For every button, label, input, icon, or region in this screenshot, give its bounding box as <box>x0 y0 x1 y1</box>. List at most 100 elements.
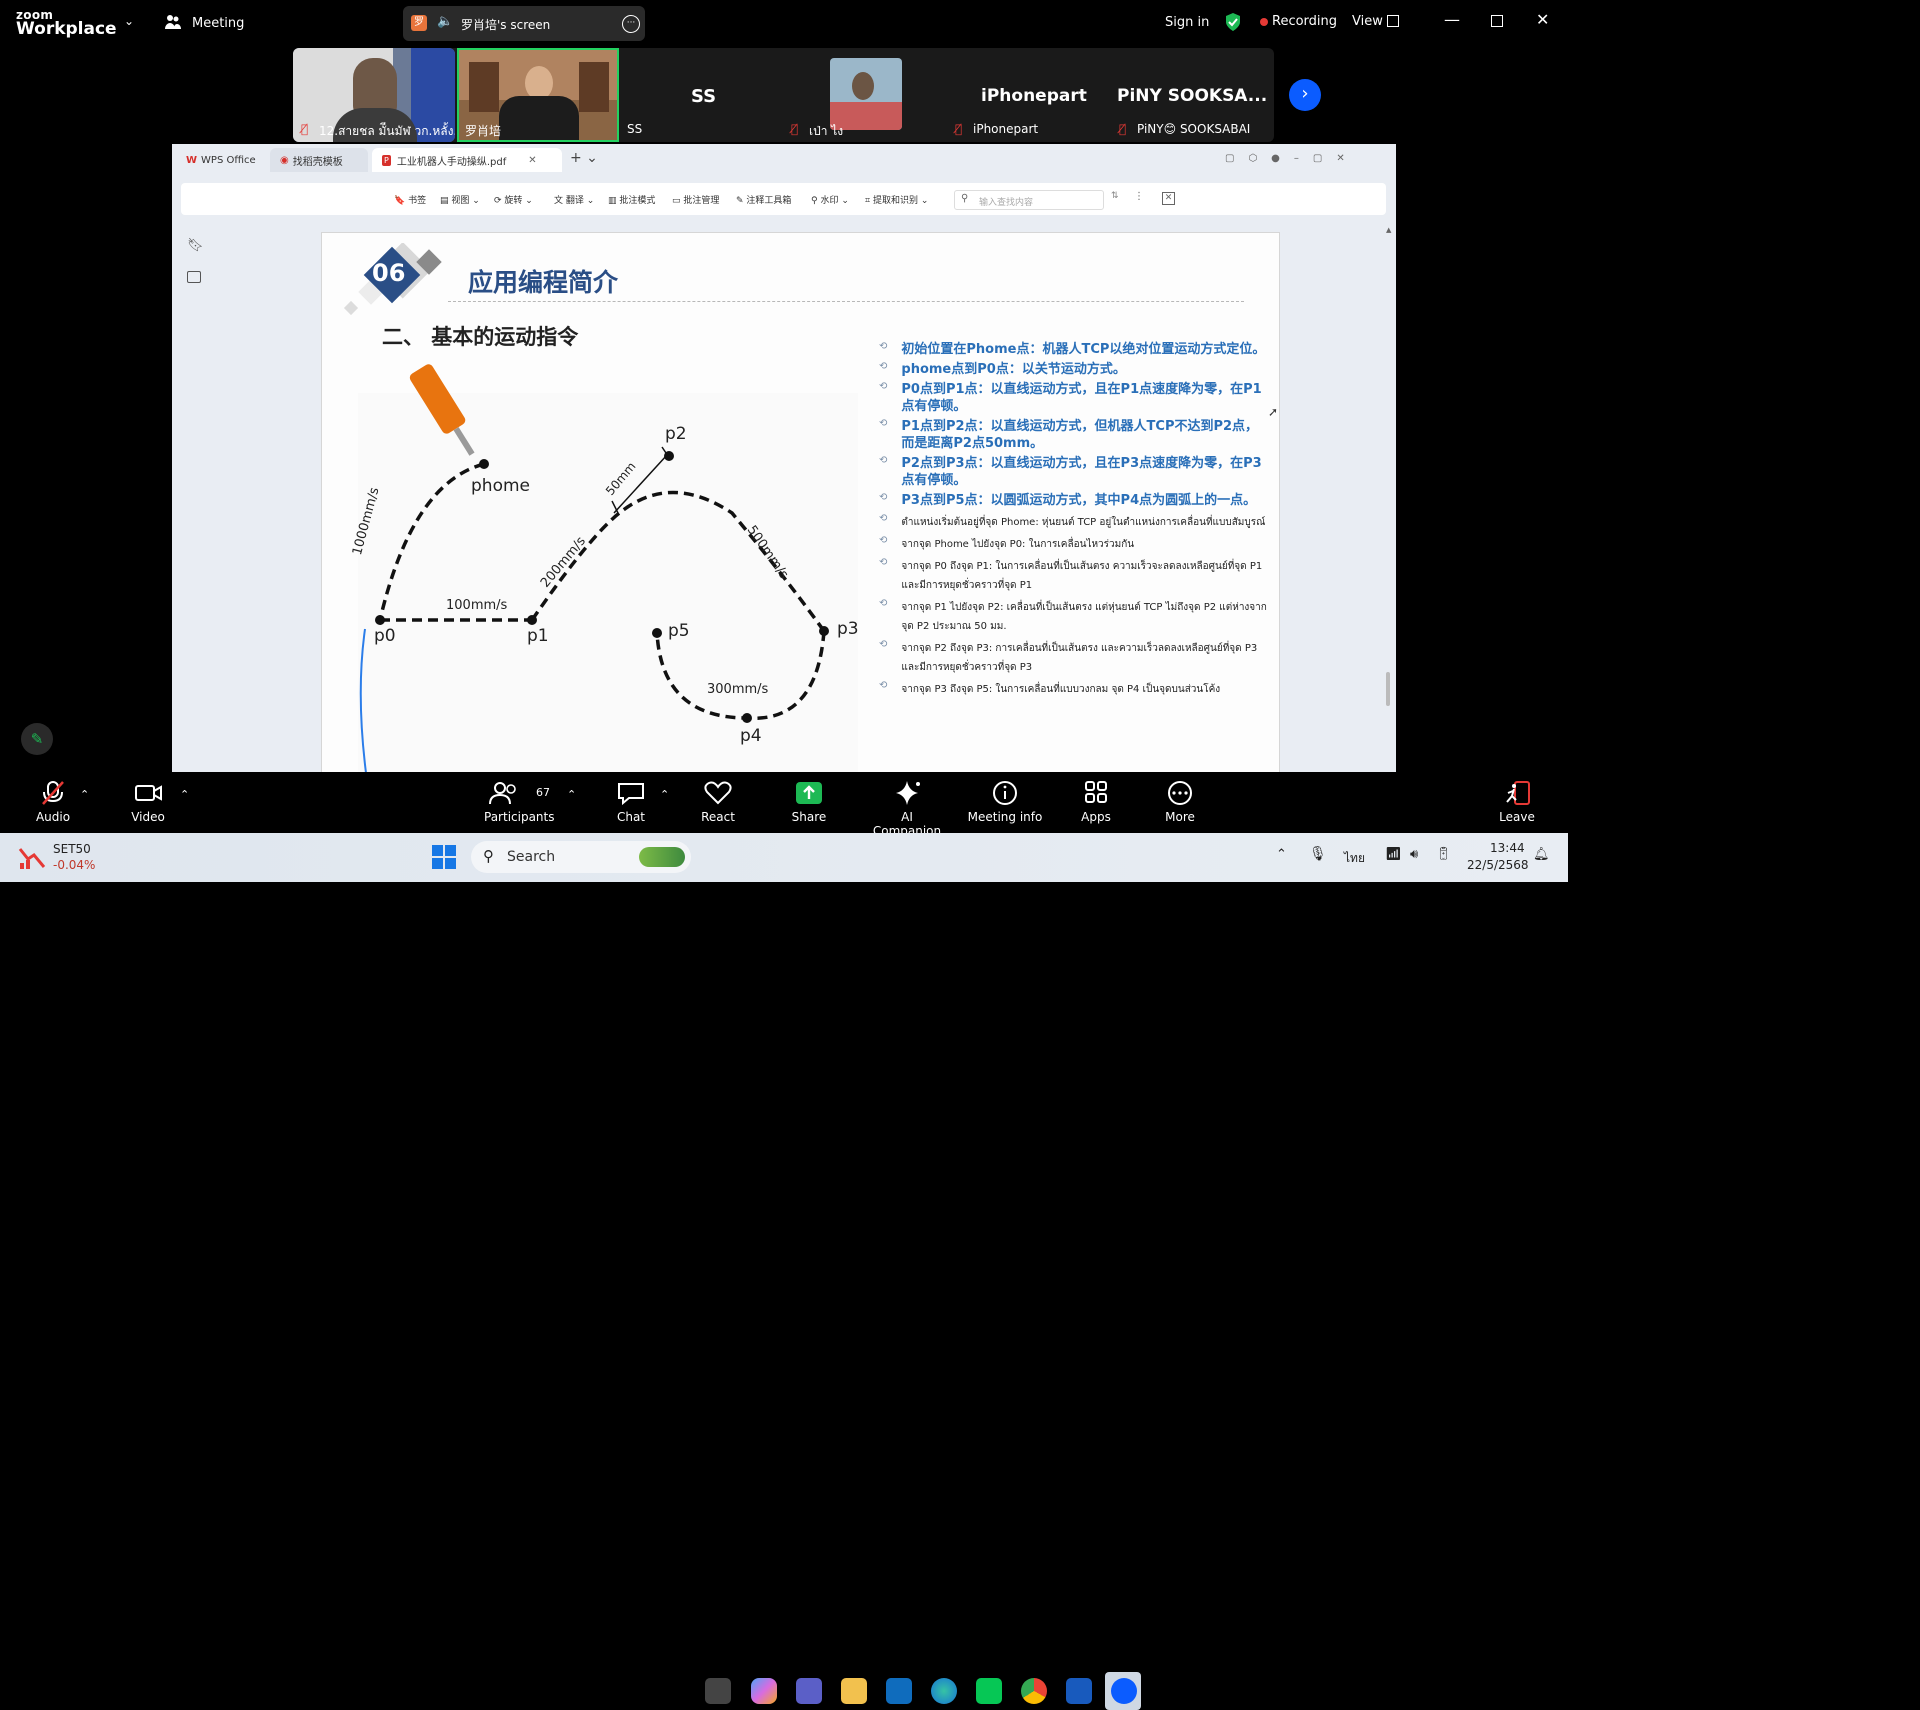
search-nav-icon[interactable]: ⇅ <box>1111 191 1119 201</box>
participant-tile[interactable]: 🎙̸ 12.สายชล มัีนมัฬ วก.หลั้ง... <box>293 48 455 142</box>
ai-companion-button[interactable]: AI Companion <box>867 780 947 838</box>
tool-extract[interactable]: ⌗ 提取和识别 ⌄ <box>865 193 928 206</box>
tab-wps-office[interactable]: W WPS Office <box>178 148 266 172</box>
tab-templates[interactable]: ◉ 找稻壳模板 <box>270 148 368 172</box>
close-tab-icon[interactable]: ✕ <box>528 155 536 166</box>
input-language[interactable]: ไทย <box>1344 849 1365 868</box>
list-item: ⟲ จากจุด P3 ถึงจุด P5: ในการเคลื่อนที่แบบ… <box>879 680 1271 699</box>
sign-in-link[interactable]: Sign in <box>1165 15 1209 30</box>
microphone-icon[interactable]: 🎙︎ <box>1309 846 1327 862</box>
close-toolbar-icon[interactable]: ✕ <box>1162 192 1175 205</box>
tool-watermark[interactable]: ⚲ 水印 ⌄ <box>811 193 849 206</box>
more-options-icon[interactable]: ··· <box>622 15 640 33</box>
more-vertical-icon[interactable]: ⋮ <box>1134 191 1144 202</box>
list-item: ⟲ P2点到P3点：以直线运动方式，且在P3点速度降为零，在P3点有停顿。 <box>879 455 1262 488</box>
tool-view[interactable]: ▤ 视图 ⌄ <box>440 193 480 206</box>
restore-icon[interactable] <box>1491 15 1503 27</box>
tool-rotate[interactable]: ⟳ 旋转 ⌄ <box>494 193 533 206</box>
bullet-arrow-icon: ⟲ <box>879 535 888 546</box>
mic-muted-icon: 🎙̸ <box>955 122 963 136</box>
windows-start-icon[interactable] <box>432 845 457 870</box>
next-page-arrow-icon[interactable]: › <box>1289 79 1321 111</box>
line-icon[interactable] <box>976 1678 1002 1704</box>
word-icon[interactable] <box>1066 1678 1092 1704</box>
share-button[interactable]: Share <box>789 780 829 824</box>
annotate-pencil-icon[interactable]: ✎ <box>21 723 53 755</box>
react-button[interactable]: React <box>698 780 738 824</box>
notification-bell-icon[interactable]: 🔔︎ <box>1533 847 1550 862</box>
meeting-info-button[interactable]: Meeting info <box>967 780 1043 824</box>
tool-translate[interactable]: 文 翻译 ⌄ <box>554 193 594 206</box>
participant-name: 12.สายชล มัีนมัฬ วก.หลั้ง... <box>319 124 455 138</box>
participants-chevron-icon[interactable]: ⌃ <box>567 788 576 801</box>
participant-tile[interactable]: PiNY󠁿 SOOKSA... 🎙̸ PiNY😊 SOOKSABAI <box>1113 48 1275 142</box>
minimize-icon[interactable]: — <box>1444 10 1460 29</box>
bullet-arrow-icon: ⟲ <box>879 680 888 691</box>
shield-icon[interactable] <box>1224 12 1242 36</box>
clock-time[interactable]: 13:44 <box>1490 841 1525 855</box>
more-button[interactable]: More <box>1160 780 1200 824</box>
taskbar-search-label: Search <box>507 849 556 865</box>
bullet-arrow-icon: ⟲ <box>879 557 888 568</box>
pdf-search-input[interactable]: ⚲ 输入查找内容 <box>954 190 1104 210</box>
view-menu[interactable]: View <box>1352 14 1383 29</box>
participant-tile[interactable]: SS SS <box>621 48 783 142</box>
stock-name[interactable]: SET50 <box>53 842 91 856</box>
tab-pdf-active[interactable]: P 工业机器人手动操纵.pdf ✕ <box>372 148 562 172</box>
bullet-arrow-icon: ⟲ <box>879 492 888 503</box>
tool-annotate-manage[interactable]: ▭ 批注管理 <box>672 193 719 206</box>
scrollbar-thumb[interactable] <box>1386 672 1390 706</box>
tool-bookmark[interactable]: 🔖 书签 <box>394 193 426 206</box>
tray-chevron-icon[interactable]: ⌃ <box>1276 847 1287 862</box>
copilot-icon[interactable] <box>751 1678 777 1704</box>
participant-tile[interactable]: 🎙̸ เป่า ไง <box>785 48 947 142</box>
wps-logo-icon: W <box>186 154 198 166</box>
wifi-icon[interactable]: 📶︎ <box>1385 847 1402 862</box>
grid-icon[interactable] <box>1387 15 1399 27</box>
participant-tile-active[interactable]: 罗肖培 <box>457 48 619 142</box>
tool-annotation-box[interactable]: ✎ 注释工具箱 <box>736 193 791 206</box>
template-icon: ◉ <box>280 154 289 166</box>
outlook-icon[interactable] <box>886 1678 912 1704</box>
battery-icon[interactable]: 🔋︎ <box>1435 847 1452 862</box>
video-options-chevron-icon[interactable]: ⌃ <box>180 788 189 801</box>
task-view-icon[interactable] <box>705 1678 731 1704</box>
zoom-icon[interactable] <box>1111 1678 1137 1704</box>
comment-icon[interactable] <box>187 271 201 283</box>
scroll-up-icon[interactable]: ▲ <box>1386 226 1391 234</box>
chat-button[interactable]: Chat <box>611 780 651 824</box>
taskbar-search-box[interactable]: ⚲ Search <box>471 841 691 873</box>
participant-name: iPhonepart <box>973 122 1039 136</box>
bookmark-icon[interactable]: 🔖︎ <box>187 238 204 253</box>
video-button[interactable]: Video <box>128 780 168 824</box>
audio-button[interactable]: Audio <box>33 780 73 824</box>
stock-chart-icon <box>18 848 46 869</box>
edge-icon[interactable] <box>931 1678 957 1704</box>
recording-label[interactable]: Recording <box>1272 14 1337 29</box>
bullet-arrow-icon: ⟲ <box>879 418 888 429</box>
leave-button[interactable]: Leave <box>1497 780 1537 824</box>
clock-date[interactable]: 22/5/2568 <box>1467 858 1529 872</box>
participants-label: Participants <box>484 810 555 824</box>
speaker-icon: 🔈 <box>437 14 454 29</box>
close-icon[interactable]: ✕ <box>1536 10 1549 29</box>
participants-button[interactable]: 67 Participants <box>484 780 555 824</box>
new-tab-icon[interactable]: + ⌄ <box>570 150 598 166</box>
screen-share-indicator[interactable]: 罗 🔈 罗肖培's screen ··· <box>403 6 645 41</box>
audio-options-chevron-icon[interactable]: ⌃ <box>80 788 89 801</box>
participant-tile[interactable]: iPhonepart 🎙̸ iPhonepart <box>949 48 1111 142</box>
list-item: ⟲ จากจุด P0 ถึงจุด P1: ในการเคลื่อนที่เป็… <box>879 557 1271 595</box>
chrome-icon[interactable] <box>1021 1678 1047 1704</box>
teams-icon[interactable] <box>796 1678 822 1704</box>
apps-button[interactable]: Apps <box>1076 780 1116 824</box>
chat-chevron-icon[interactable]: ⌃ <box>660 788 669 801</box>
people-icon <box>165 15 181 29</box>
point-p5 <box>652 628 662 638</box>
participant-name: SS <box>627 122 643 136</box>
tool-annotate-mode[interactable]: ▥ 批注模式 <box>608 193 655 206</box>
chevron-down-icon[interactable]: ⌄ <box>124 14 134 28</box>
window-controls[interactable]: ▢⬡●–▢✕ <box>1225 153 1359 164</box>
volume-icon[interactable]: 🔊︎ <box>1410 847 1418 862</box>
meeting-menu[interactable]: Meeting <box>164 13 244 35</box>
file-explorer-icon[interactable] <box>841 1678 867 1704</box>
